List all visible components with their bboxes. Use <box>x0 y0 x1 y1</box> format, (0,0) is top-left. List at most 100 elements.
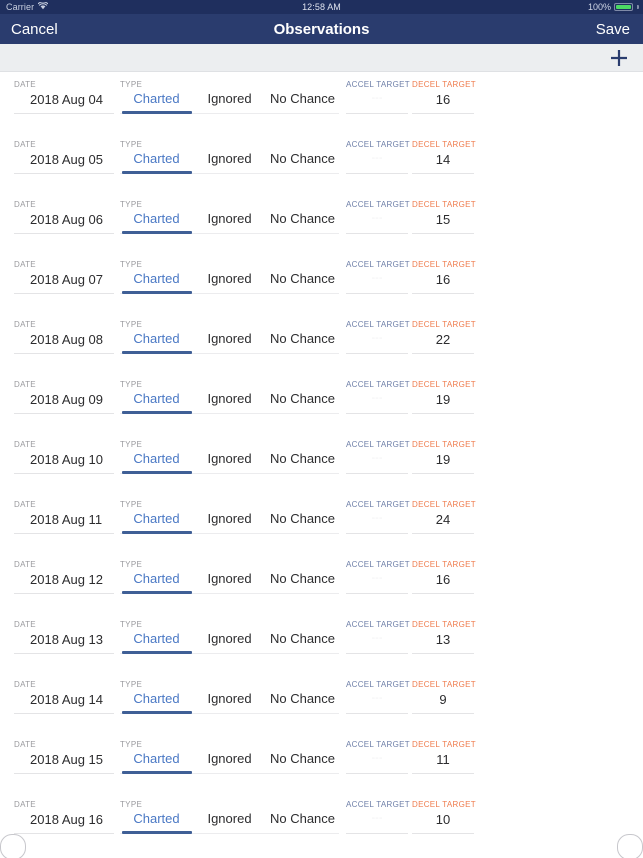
type-segment-no-chance[interactable]: No Chance <box>266 271 339 286</box>
type-field-label: TYPE <box>120 440 143 449</box>
type-segment-ignored[interactable]: Ignored <box>193 91 266 106</box>
decel-target-label: DECEL TARGET <box>412 620 476 629</box>
type-segment-charted[interactable]: Charted <box>120 91 193 106</box>
type-segment-ignored[interactable]: Ignored <box>193 391 266 406</box>
decel-target-value: 9 <box>439 692 447 707</box>
date-field-underline <box>14 353 114 354</box>
date-field-value: 2018 Aug 07 <box>30 272 104 287</box>
type-segment-charted[interactable]: Charted <box>120 391 193 406</box>
type-selected-indicator <box>122 471 192 474</box>
type-segment-charted[interactable]: Charted <box>120 331 193 346</box>
observation-row[interactable]: DATE 2018 Aug 09 TYPE Charted Ignored No C… <box>0 372 643 432</box>
observation-row[interactable]: DATE 2018 Aug 07 TYPE Charted Ignored No C… <box>0 252 643 312</box>
type-selected-indicator <box>122 111 192 114</box>
date-field-value: 2018 Aug 10 <box>30 452 104 467</box>
observation-row[interactable]: DATE 2018 Aug 16 TYPE Charted Ignored No C… <box>0 792 643 852</box>
accel-target-label: ACCEL TARGET <box>346 680 410 689</box>
type-segments[interactable]: Charted Ignored No Chance <box>120 271 339 286</box>
type-segment-charted[interactable]: Charted <box>120 691 193 706</box>
type-segment-charted[interactable]: Charted <box>120 151 193 166</box>
accel-target-underline <box>346 293 408 294</box>
date-field-value: 2018 Aug 14 <box>30 692 104 707</box>
type-segments[interactable]: Charted Ignored No Chance <box>120 511 339 526</box>
date-field-value: 2018 Aug 13 <box>30 632 104 647</box>
type-segments[interactable]: Charted Ignored No Chance <box>120 571 339 586</box>
type-segment-no-chance[interactable]: No Chance <box>266 331 339 346</box>
date-field-underline <box>14 593 114 594</box>
type-segment-no-chance[interactable]: No Chance <box>266 211 339 226</box>
type-segment-ignored[interactable]: Ignored <box>193 511 266 526</box>
accel-target-underline <box>346 533 408 534</box>
type-segment-no-chance[interactable]: No Chance <box>266 511 339 526</box>
save-button[interactable]: Save <box>596 21 630 38</box>
page-title: Observations <box>273 20 370 38</box>
observation-row[interactable]: DATE 2018 Aug 14 TYPE Charted Ignored No C… <box>0 672 643 732</box>
type-segment-ignored[interactable]: Ignored <box>193 271 266 286</box>
type-segments[interactable]: Charted Ignored No Chance <box>120 631 339 646</box>
type-segment-ignored[interactable]: Ignored <box>193 811 266 826</box>
type-field-label: TYPE <box>120 680 143 689</box>
decel-target-value: 10 <box>435 812 451 827</box>
type-segment-charted[interactable]: Charted <box>120 571 193 586</box>
type-segment-ignored[interactable]: Ignored <box>193 691 266 706</box>
observation-row[interactable]: DATE 2018 Aug 12 TYPE Charted Ignored No C… <box>0 552 643 612</box>
observation-row[interactable]: DATE 2018 Aug 05 TYPE Charted Ignored No C… <box>0 132 643 192</box>
add-observation-button[interactable] <box>607 46 631 70</box>
type-segment-no-chance[interactable]: No Chance <box>266 451 339 466</box>
type-segment-no-chance[interactable]: No Chance <box>266 571 339 586</box>
type-segment-charted[interactable]: Charted <box>120 451 193 466</box>
type-segment-ignored[interactable]: Ignored <box>193 451 266 466</box>
cancel-button[interactable]: Cancel <box>11 21 58 38</box>
type-segments[interactable]: Charted Ignored No Chance <box>120 391 339 406</box>
type-segment-no-chance[interactable]: No Chance <box>266 391 339 406</box>
type-segments[interactable]: Charted Ignored No Chance <box>120 811 339 826</box>
type-segments[interactable]: Charted Ignored No Chance <box>120 691 339 706</box>
type-segment-charted[interactable]: Charted <box>120 211 193 226</box>
type-field-label: TYPE <box>120 380 143 389</box>
decel-target-value: 19 <box>435 392 451 407</box>
decel-target-underline <box>412 413 474 414</box>
date-field-label: DATE <box>14 440 36 449</box>
type-segments[interactable]: Charted Ignored No Chance <box>120 451 339 466</box>
battery-percent-label: 100% <box>587 2 611 12</box>
type-segment-ignored[interactable]: Ignored <box>193 751 266 766</box>
date-field-value: 2018 Aug 08 <box>30 332 104 347</box>
type-segment-charted[interactable]: Charted <box>120 511 193 526</box>
type-segments[interactable]: Charted Ignored No Chance <box>120 91 339 106</box>
decel-target-underline <box>412 233 474 234</box>
type-segment-no-chance[interactable]: No Chance <box>266 631 339 646</box>
type-segment-no-chance[interactable]: No Chance <box>266 811 339 826</box>
observation-row[interactable]: DATE 2018 Aug 08 TYPE Charted Ignored No C… <box>0 312 643 372</box>
type-segments[interactable]: Charted Ignored No Chance <box>120 331 339 346</box>
observation-row[interactable]: DATE 2018 Aug 15 TYPE Charted Ignored No C… <box>0 732 643 792</box>
observation-row[interactable]: DATE 2018 Aug 10 TYPE Charted Ignored No C… <box>0 432 643 492</box>
type-segment-no-chance[interactable]: No Chance <box>266 691 339 706</box>
type-segment-no-chance[interactable]: No Chance <box>266 91 339 106</box>
type-segment-charted[interactable]: Charted <box>120 631 193 646</box>
type-segment-charted[interactable]: Charted <box>120 271 193 286</box>
observation-row[interactable]: DATE 2018 Aug 13 TYPE Charted Ignored No C… <box>0 612 643 672</box>
type-segment-ignored[interactable]: Ignored <box>193 151 266 166</box>
type-segments[interactable]: Charted Ignored No Chance <box>120 751 339 766</box>
status-bar: Carrier 12:58 AM 100% <box>0 0 643 14</box>
observations-list[interactable]: DATE 2018 Aug 04 TYPE Charted Ignored No C… <box>0 72 643 856</box>
date-field-underline <box>14 833 114 834</box>
observation-row[interactable]: DATE 2018 Aug 06 TYPE Charted Ignored No C… <box>0 192 643 252</box>
type-segment-no-chance[interactable]: No Chance <box>266 151 339 166</box>
type-segments[interactable]: Charted Ignored No Chance <box>120 211 339 226</box>
type-segment-charted[interactable]: Charted <box>120 811 193 826</box>
observation-row[interactable]: DATE 2018 Aug 04 TYPE Charted Ignored No C… <box>0 72 643 132</box>
type-segment-ignored[interactable]: Ignored <box>193 331 266 346</box>
type-segment-ignored[interactable]: Ignored <box>193 631 266 646</box>
type-segment-charted[interactable]: Charted <box>120 751 193 766</box>
type-field-label: TYPE <box>120 80 143 89</box>
decel-target-value: 22 <box>435 332 451 347</box>
decel-target-value: 13 <box>435 632 451 647</box>
date-field-label: DATE <box>14 260 36 269</box>
type-segment-ignored[interactable]: Ignored <box>193 211 266 226</box>
type-segment-no-chance[interactable]: No Chance <box>266 751 339 766</box>
type-segment-ignored[interactable]: Ignored <box>193 571 266 586</box>
type-segments[interactable]: Charted Ignored No Chance <box>120 151 339 166</box>
accel-target-underline <box>346 413 408 414</box>
observation-row[interactable]: DATE 2018 Aug 11 TYPE Charted Ignored No C… <box>0 492 643 552</box>
